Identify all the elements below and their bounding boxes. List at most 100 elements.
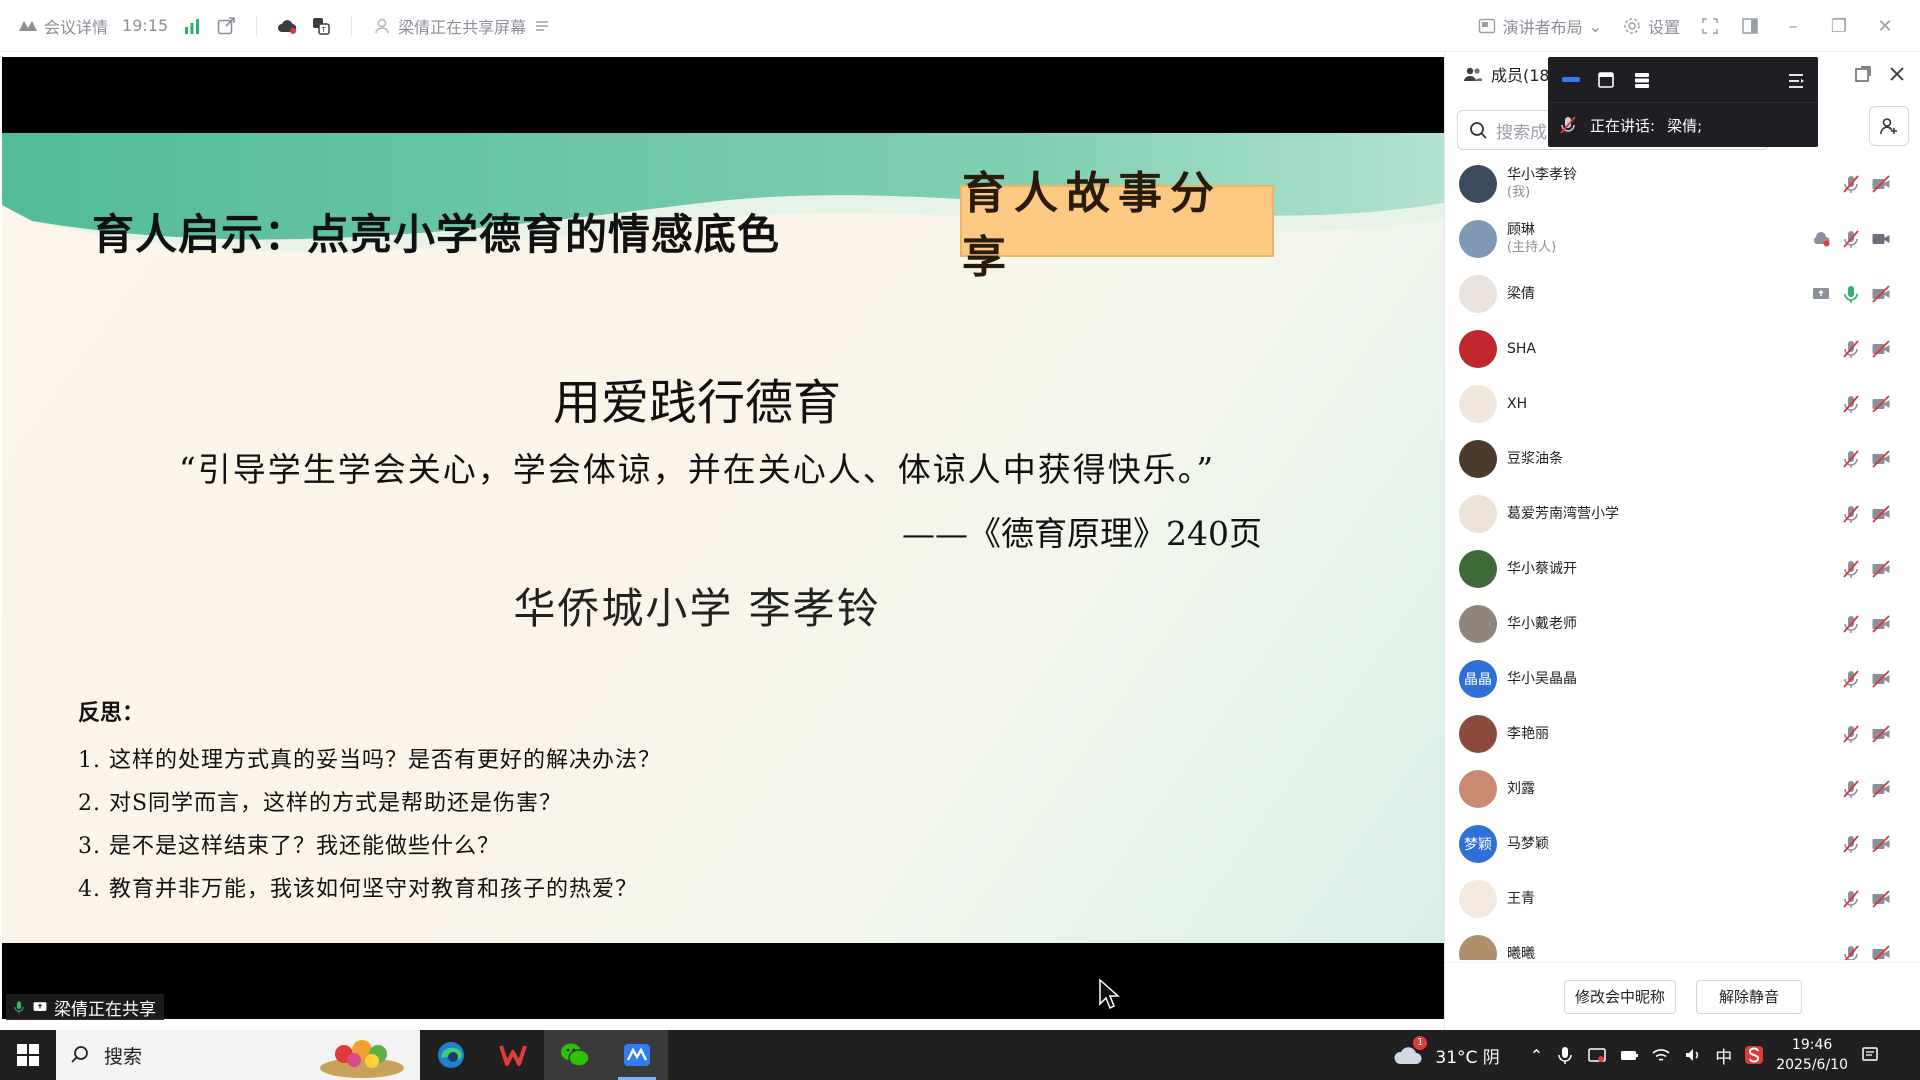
camera-off-icon[interactable] [1871, 339, 1891, 359]
avatar[interactable] [1459, 164, 1497, 203]
notification-icon[interactable] [1860, 1045, 1880, 1065]
close-panel-icon[interactable] [1887, 64, 1907, 84]
mic-muted-icon[interactable] [1841, 834, 1861, 854]
restore-window-button[interactable]: ❐ [1826, 16, 1852, 37]
camera-off-icon[interactable] [1871, 504, 1891, 524]
member-row[interactable]: 刘露 [1445, 761, 1920, 816]
share-link-icon[interactable] [216, 16, 236, 36]
close-window-button[interactable]: ✕ [1872, 16, 1898, 37]
mic-muted-icon[interactable] [1841, 724, 1861, 744]
member-row[interactable]: 豆浆油条 [1445, 431, 1920, 486]
translate-icon[interactable]: T [311, 16, 331, 36]
avatar[interactable] [1459, 549, 1497, 588]
avatar[interactable]: 梦颖 [1459, 824, 1497, 863]
camera-off-icon[interactable] [1871, 779, 1891, 799]
taskbar-search[interactable]: 搜索 [56, 1030, 420, 1080]
cast-icon[interactable] [1587, 1045, 1607, 1065]
camera-off-icon[interactable] [1871, 944, 1891, 960]
member-row[interactable]: 李艳丽 [1445, 706, 1920, 761]
sharing-status[interactable]: 梁倩正在共享屏幕 [372, 14, 552, 38]
volume-icon[interactable] [1683, 1045, 1703, 1065]
member-row[interactable]: 王青 [1445, 871, 1920, 926]
avatar[interactable] [1459, 329, 1497, 368]
collapse-menu-icon[interactable] [1786, 71, 1806, 91]
camera-off-icon[interactable] [1871, 559, 1891, 579]
member-row[interactable]: 华小蔡诚开 [1445, 541, 1920, 596]
camera-off-icon[interactable] [1871, 284, 1891, 304]
member-row[interactable]: 顾琳 (主持人) [1445, 211, 1920, 266]
mic-muted-icon[interactable] [1841, 889, 1861, 909]
taskbar-wps-button[interactable] [482, 1030, 544, 1080]
avatar[interactable] [1459, 219, 1497, 258]
weather-text[interactable]: 31°C 阴 [1435, 1043, 1499, 1068]
microphone-icon[interactable] [1555, 1045, 1575, 1065]
battery-icon[interactable] [1619, 1045, 1639, 1065]
member-row[interactable]: 梁倩 [1445, 266, 1920, 321]
camera-off-icon[interactable] [1871, 174, 1891, 194]
camera-off-icon[interactable] [1871, 724, 1891, 744]
settings-button[interactable]: 设置 [1622, 14, 1680, 38]
mic-muted-icon[interactable] [1841, 504, 1861, 524]
member-row[interactable]: 梦颖 马梦颖 [1445, 816, 1920, 871]
avatar[interactable] [1459, 604, 1497, 643]
weather-icon[interactable]: 1 [1393, 1036, 1428, 1070]
signal-bars-icon[interactable] [182, 16, 202, 36]
mic-muted-icon[interactable] [1841, 669, 1861, 689]
mic-muted-icon[interactable] [1841, 394, 1861, 414]
avatar[interactable] [1459, 879, 1497, 918]
mic-muted-icon[interactable] [1841, 614, 1861, 634]
camera-off-icon[interactable] [1871, 834, 1891, 854]
camera-off-icon[interactable] [1871, 614, 1891, 634]
window-icon[interactable] [1596, 70, 1616, 90]
mic-muted-icon[interactable] [1841, 229, 1861, 249]
meeting-details-button[interactable]: 会议详情 [18, 14, 108, 38]
mic-muted-icon[interactable] [1841, 559, 1861, 579]
avatar[interactable] [1459, 934, 1497, 960]
member-row[interactable]: 葛爱芳南湾营小学 [1445, 486, 1920, 541]
cloud-record-icon[interactable] [277, 16, 297, 36]
chevron-up-icon[interactable]: ⌃ [1530, 1046, 1543, 1065]
sogou-ime-icon[interactable] [1744, 1045, 1764, 1065]
avatar[interactable] [1459, 714, 1497, 753]
avatar[interactable] [1459, 439, 1497, 478]
wifi-icon[interactable] [1651, 1045, 1671, 1065]
member-row[interactable]: XH [1445, 376, 1920, 431]
system-clock[interactable]: 19:46 2025/6/10 [1776, 1035, 1848, 1075]
layout-dropdown[interactable]: 演讲者布局 ⌄ [1477, 14, 1602, 38]
mic-muted-icon[interactable] [1841, 779, 1861, 799]
taskbar-edge-button[interactable] [420, 1030, 482, 1080]
member-row[interactable]: SHA [1445, 321, 1920, 376]
avatar[interactable] [1459, 274, 1497, 313]
ime-indicator[interactable]: 中 [1715, 1043, 1732, 1068]
mic-muted-icon[interactable] [1841, 449, 1861, 469]
invite-member-button[interactable] [1869, 106, 1909, 146]
member-row[interactable]: 华小戴老师 [1445, 596, 1920, 651]
mic-muted-icon[interactable] [1841, 944, 1861, 960]
mic-on-icon[interactable] [1841, 284, 1861, 304]
mic-muted-icon[interactable] [1841, 174, 1861, 194]
camera-off-icon[interactable] [1871, 394, 1891, 414]
taskbar-meeting-button[interactable] [606, 1030, 668, 1080]
camera-off-icon[interactable] [1871, 669, 1891, 689]
camera-off-icon[interactable] [1871, 889, 1891, 909]
minimize-widget-button[interactable] [1562, 77, 1580, 82]
avatar[interactable] [1459, 769, 1497, 808]
member-row[interactable]: 晶晶 华小吴晶晶 [1445, 651, 1920, 706]
avatar[interactable]: 晶晶 [1459, 659, 1497, 698]
unmute-all-button[interactable]: 解除静音 [1696, 979, 1802, 1014]
sidebar-toggle-icon[interactable] [1740, 16, 1760, 36]
avatar[interactable] [1459, 384, 1497, 423]
taskbar-wechat-button[interactable] [544, 1030, 606, 1080]
mic-muted-icon[interactable] [1841, 339, 1861, 359]
camera-on-icon[interactable] [1871, 229, 1891, 249]
member-row[interactable]: 曦曦 [1445, 926, 1920, 960]
popout-icon[interactable] [1853, 64, 1873, 84]
rename-button[interactable]: 修改会中昵称 [1563, 979, 1676, 1014]
avatar[interactable] [1459, 494, 1497, 533]
camera-off-icon[interactable] [1871, 449, 1891, 469]
start-button[interactable] [0, 1030, 56, 1080]
fullscreen-icon[interactable] [1700, 16, 1720, 36]
list-view-icon[interactable] [1632, 70, 1652, 90]
member-list[interactable]: 华小李孝铃 (我) 顾琳 (主持人) 梁倩 SHA XH 豆浆油条 葛爱芳南湾营小学 华小蔡诚开华… [1445, 156, 1920, 960]
minimize-window-button[interactable]: – [1780, 16, 1806, 37]
